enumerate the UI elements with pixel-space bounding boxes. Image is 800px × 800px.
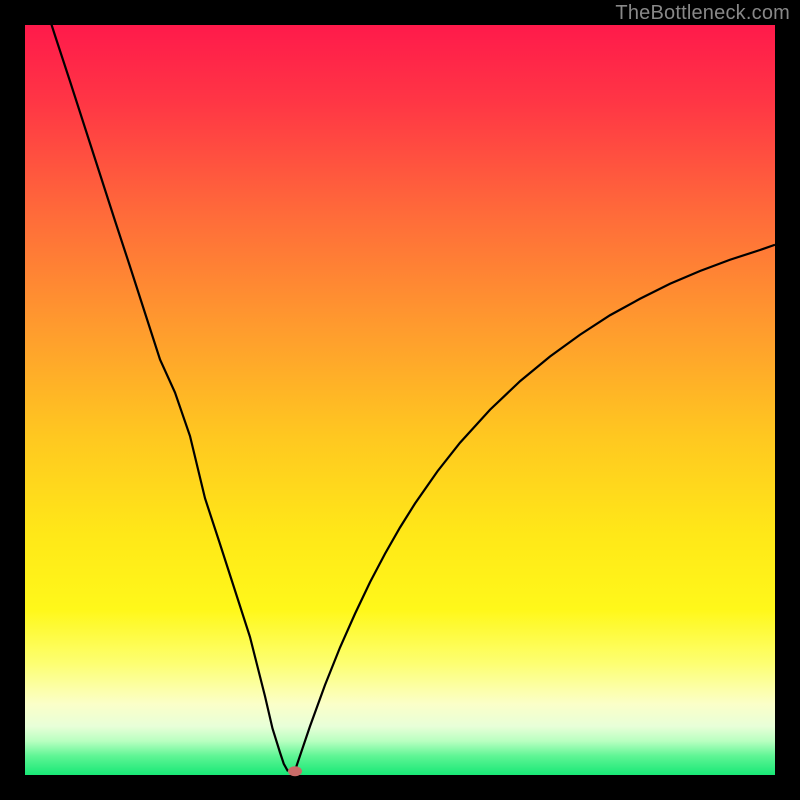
current-point-marker <box>288 766 302 776</box>
plot-background <box>25 25 775 775</box>
chart-container: { "watermark": "TheBottleneck.com", "lay… <box>0 0 800 800</box>
watermark-text: TheBottleneck.com <box>615 2 790 25</box>
bottleneck-chart <box>0 0 800 800</box>
